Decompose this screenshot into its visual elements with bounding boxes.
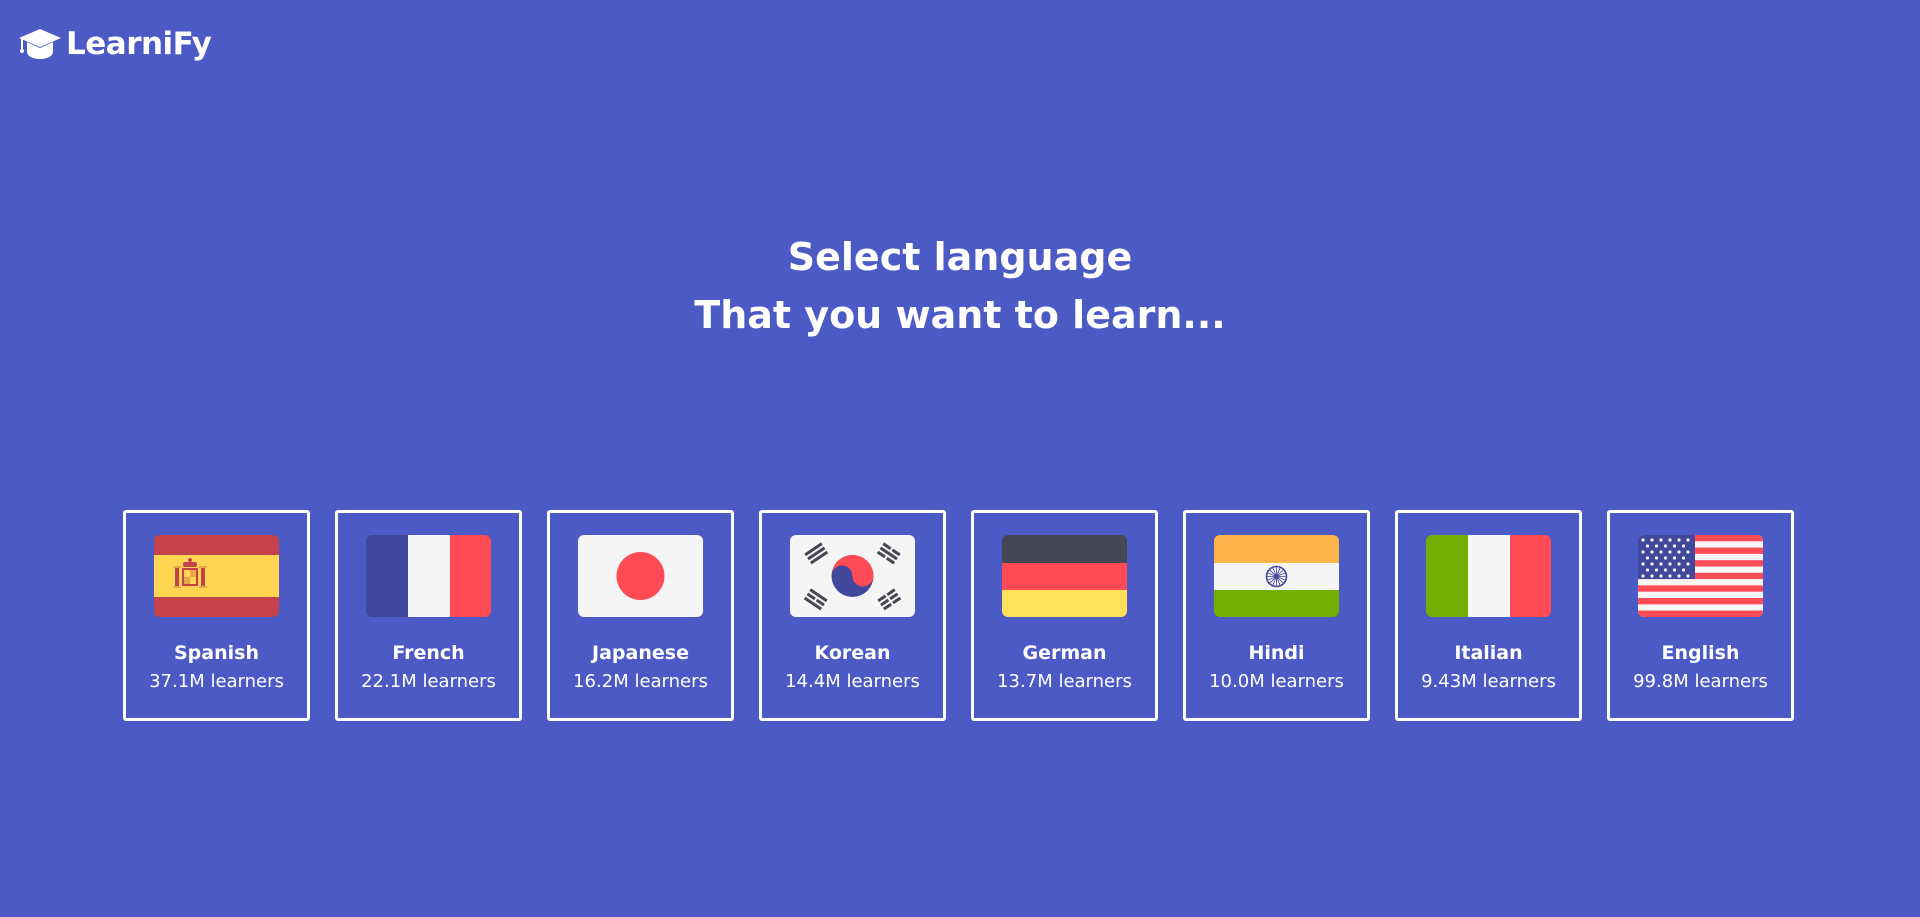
germany-flag-icon	[1002, 535, 1127, 617]
language-name: French	[392, 642, 465, 664]
page-subtitle: That you want to learn...	[694, 293, 1226, 337]
page-title: Select language	[787, 235, 1133, 279]
logo[interactable]: LearniFy	[18, 26, 212, 62]
learner-count: 13.7M learners	[997, 671, 1132, 692]
japan-flag-icon	[578, 535, 703, 617]
learner-count: 14.4M learners	[785, 671, 920, 692]
usa-flag-icon	[1638, 535, 1763, 617]
language-list: Spanish 37.1M learners French 22.1M lear…	[123, 510, 1794, 721]
language-card-spanish[interactable]: Spanish 37.1M learners	[123, 510, 310, 721]
language-name: German	[1022, 642, 1107, 664]
language-name: Japanese	[592, 642, 689, 664]
learner-count: 22.1M learners	[361, 671, 496, 692]
language-card-korean[interactable]: Korean 14.4M learners	[759, 510, 946, 721]
language-name: Spanish	[174, 642, 259, 664]
france-flag-icon	[366, 535, 491, 617]
language-card-french[interactable]: French 22.1M learners	[335, 510, 522, 721]
italy-flag-icon	[1426, 535, 1551, 617]
language-name: Hindi	[1248, 642, 1305, 664]
language-card-hindi[interactable]: Hindi 10.0M learners	[1183, 510, 1370, 721]
logo-text: LearniFy	[66, 26, 212, 62]
hero: Select language That you want to learn..…	[0, 228, 1920, 344]
learner-count: 99.8M learners	[1633, 671, 1768, 692]
graduation-cap-icon	[18, 27, 62, 61]
learner-count: 37.1M learners	[149, 671, 284, 692]
app-root: LearniFy Select language That you want t…	[0, 0, 1920, 917]
language-name: English	[1661, 642, 1740, 664]
language-card-english[interactable]: English 99.8M learners	[1607, 510, 1794, 721]
language-name: Italian	[1454, 642, 1523, 664]
learner-count: 10.0M learners	[1209, 671, 1344, 692]
learner-count: 9.43M learners	[1421, 671, 1556, 692]
india-flag-icon	[1214, 535, 1339, 617]
spain-flag-icon	[154, 535, 279, 617]
language-card-german[interactable]: German 13.7M learners	[971, 510, 1158, 721]
language-card-italian[interactable]: Italian 9.43M learners	[1395, 510, 1582, 721]
language-card-japanese[interactable]: Japanese 16.2M learners	[547, 510, 734, 721]
south-korea-flag-icon	[790, 535, 915, 617]
language-name: Korean	[814, 642, 891, 664]
learner-count: 16.2M learners	[573, 671, 708, 692]
